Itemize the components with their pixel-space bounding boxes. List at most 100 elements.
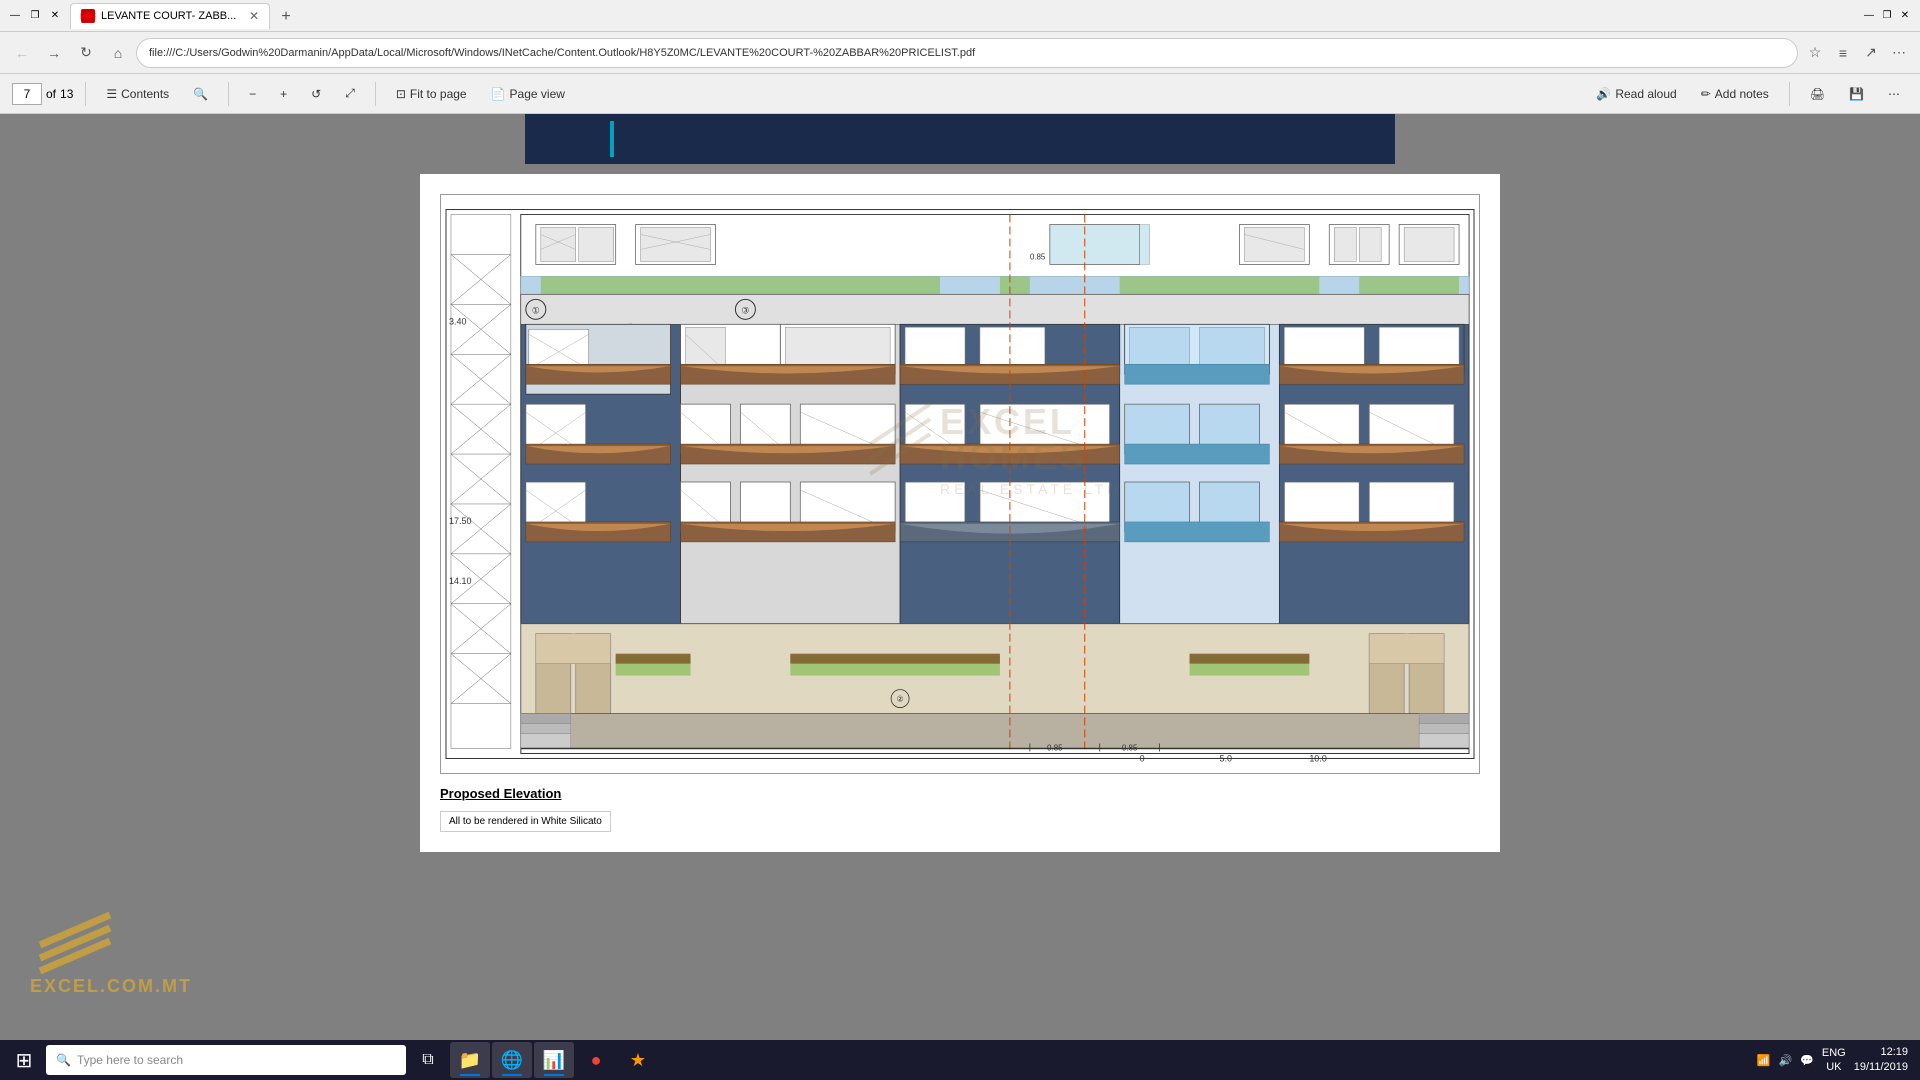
active-tab[interactable]: PDF LEVANTE COURT- ZABB... ✕ (70, 3, 270, 29)
svg-text:③: ③ (741, 305, 749, 315)
pdf-page: 3.40 17.50 14.10 (420, 174, 1500, 852)
region-label: UK (1822, 1060, 1846, 1074)
excel-button[interactable]: 📊 (534, 1042, 574, 1078)
fit-to-page-button[interactable]: ⊡ Fit to page (388, 80, 475, 108)
new-tab-button[interactable]: + (274, 5, 298, 29)
rotate-button[interactable]: ↺ (303, 80, 329, 108)
systray-volume[interactable]: 🔊 (1779, 1054, 1793, 1067)
time-block[interactable]: 12:19 19/11/2019 (1854, 1045, 1908, 1076)
page-view-button[interactable]: 📄 Page view (483, 80, 573, 108)
page-info: of 13 (12, 83, 73, 105)
network-icon: 📶 (1757, 1054, 1771, 1067)
svg-text:0.85: 0.85 (1030, 252, 1046, 261)
tab-close-button[interactable]: ✕ (249, 9, 259, 23)
restore-button[interactable]: ❐ (28, 9, 42, 23)
svg-text:0: 0 (1140, 753, 1145, 763)
language-label: ENG (1822, 1046, 1846, 1060)
date-label: 19/11/2019 (1854, 1060, 1908, 1075)
tab-label: LEVANTE COURT- ZABB... (101, 10, 243, 22)
systray-network[interactable]: 📶 (1757, 1054, 1771, 1067)
read-aloud-button[interactable]: 🔊 Read aloud (1588, 80, 1684, 108)
browser-close-button[interactable]: ✕ (1898, 9, 1912, 23)
minimize-button[interactable]: — (8, 9, 22, 23)
pdf-content: 3.40 17.50 14.10 (0, 114, 1920, 1040)
time-label: 12:19 (1854, 1045, 1908, 1060)
systray-language[interactable]: ENG UK (1822, 1046, 1846, 1075)
zoom-out-button[interactable]: − (241, 80, 264, 108)
notification-icon: 💬 (1800, 1054, 1814, 1067)
taskbar-search-placeholder: Type here to search (77, 1053, 183, 1067)
back-button[interactable]: ← (8, 39, 36, 67)
refresh-button[interactable]: ↻ (72, 39, 100, 67)
svg-text:EXCEL.COM.MT: EXCEL.COM.MT (30, 976, 190, 995)
home-button[interactable]: ⌂ (104, 39, 132, 67)
corner-logo: EXCEL.COM.MT (30, 895, 190, 1000)
taskview-button[interactable]: ⧉ (408, 1042, 448, 1078)
title-bar: — ❐ ✕ PDF LEVANTE COURT- ZABB... ✕ + — ❐… (0, 0, 1920, 32)
browser-minimize-button[interactable]: — (1862, 9, 1876, 23)
file-explorer-button[interactable]: 📁 (450, 1042, 490, 1078)
legend-box: All to be rendered in White Silicato (440, 811, 611, 832)
notes-icon: ✏ (1701, 87, 1711, 101)
save-icon: 💾 (1849, 87, 1864, 101)
zoom-in-button[interactable]: + (272, 80, 295, 108)
start-icon: ⊞ (16, 1048, 33, 1073)
excel-icon: 📊 (543, 1050, 565, 1071)
forward-button[interactable]: → (40, 39, 68, 67)
close-button[interactable]: ✕ (48, 9, 62, 23)
drawing-label: Proposed Elevation (440, 786, 561, 801)
print-button[interactable]: 🖨 (1802, 80, 1833, 108)
page-view-icon: 📄 (491, 87, 506, 101)
edge-icon: 🌐 (501, 1050, 523, 1071)
app6-button[interactable]: ★ (618, 1042, 658, 1078)
zoom-in-icon: + (280, 87, 287, 101)
collections-button[interactable]: ≡ (1830, 40, 1856, 66)
taskbar-search[interactable]: 🔍 Type here to search (46, 1045, 406, 1075)
more-tools-button[interactable]: ⋯ (1880, 80, 1908, 108)
toolbar-divider-4 (1789, 82, 1790, 106)
navigation-bar: ← → ↻ ⌂ file:///C:/Users/Godwin%20Darman… (0, 32, 1920, 74)
settings-button[interactable]: ⋯ (1886, 40, 1912, 66)
svg-text:HOMES: HOMES (940, 436, 1087, 477)
toolbar-divider-1 (85, 82, 86, 106)
search-button[interactable]: 🔍 (185, 80, 216, 108)
svg-text:10.0: 10.0 (1309, 753, 1326, 763)
svg-text:REAL ESTATE LTD: REAL ESTATE LTD (940, 481, 1121, 497)
svg-text:5.0: 5.0 (1220, 753, 1232, 763)
fit-page-icon: ⊡ (396, 87, 406, 101)
toolbar-divider-3 (375, 82, 376, 106)
page-total: 13 (60, 87, 73, 101)
tab-favicon: PDF (81, 9, 95, 23)
address-bar[interactable]: file:///C:/Users/Godwin%20Darmanin/AppDa… (136, 38, 1798, 68)
systray-notifications[interactable]: 💬 (1800, 1054, 1814, 1067)
elevation-svg: 3.40 17.50 14.10 (441, 195, 1479, 773)
browser-restore-button[interactable]: ❐ (1880, 9, 1894, 23)
edge-browser-button[interactable]: 🌐 (492, 1042, 532, 1078)
drawing-container: 3.40 17.50 14.10 (440, 194, 1480, 774)
save-button[interactable]: 💾 (1841, 80, 1872, 108)
start-button[interactable]: ⊞ (4, 1042, 44, 1078)
share-button[interactable]: ↗ (1858, 40, 1884, 66)
page-number-input[interactable] (12, 83, 42, 105)
taskbar: ⊞ 🔍 Type here to search ⧉ 📁 🌐 📊 ● ★ (0, 1040, 1920, 1080)
file-explorer-icon: 📁 (459, 1050, 481, 1071)
taskview-icon: ⧉ (422, 1051, 433, 1069)
taskbar-apps: ⧉ 📁 🌐 📊 ● ★ (408, 1042, 1747, 1078)
chrome-button[interactable]: ● (576, 1042, 616, 1078)
svg-text:①: ① (532, 305, 540, 315)
header-accent (610, 121, 614, 157)
contents-button[interactable]: ☰ Contents (98, 80, 177, 108)
pdf-header-banner (525, 114, 1395, 164)
tabs-area: PDF LEVANTE COURT- ZABB... ✕ + (70, 3, 1854, 29)
svg-text:3.40: 3.40 (449, 316, 466, 326)
caption-area: Proposed Elevation (440, 774, 1480, 807)
search-icon: 🔍 (193, 87, 208, 101)
bookmark-button[interactable]: ☆ (1802, 40, 1828, 66)
svg-text:②: ② (897, 695, 904, 704)
print-icon: 🖨 (1810, 87, 1825, 101)
fullscreen-button[interactable]: ⤢ (337, 80, 363, 108)
pdf-toolbar: of 13 ☰ Contents 🔍 − + ↺ ⤢ ⊡ Fit to page… (0, 74, 1920, 114)
read-aloud-icon: 🔊 (1596, 87, 1611, 101)
add-notes-button[interactable]: ✏ Add notes (1693, 80, 1777, 108)
svg-text:14.10: 14.10 (449, 576, 471, 586)
